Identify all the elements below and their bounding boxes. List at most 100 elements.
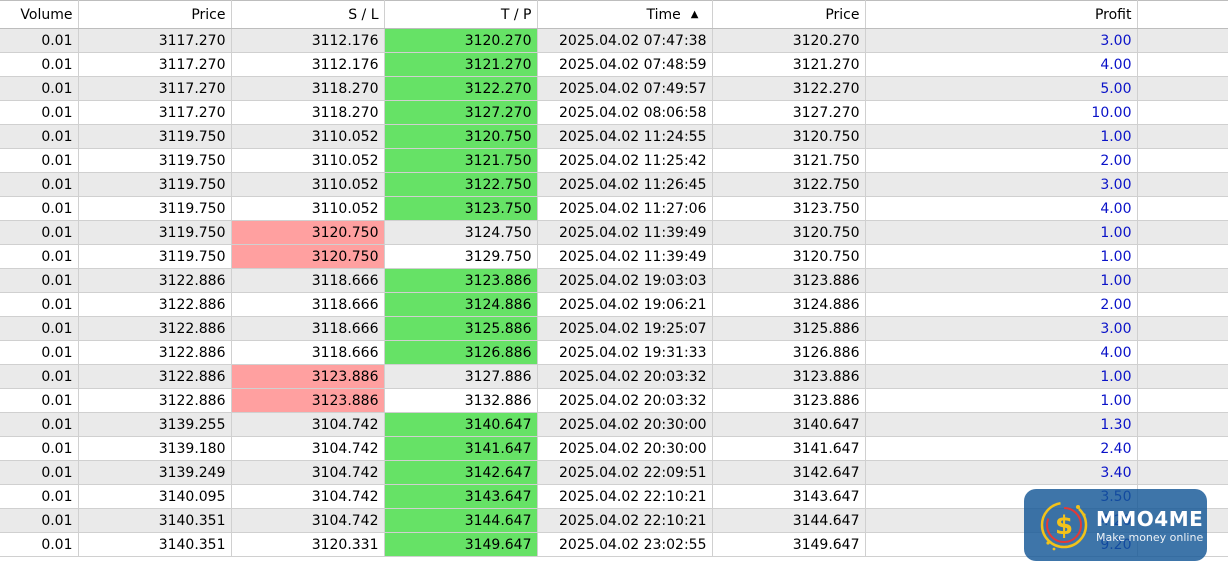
cell-tp: 3123.750 <box>384 196 538 221</box>
table-row[interactable]: 0.01 3117.270 3118.270 3127.270 2025.04.02 0… <box>0 100 1228 125</box>
cell-change: 0.0 <box>1137 148 1228 173</box>
cell-price: 3122.886 <box>78 388 232 413</box>
cell-tp: 3121.750 <box>384 148 538 173</box>
header-profit[interactable]: Profit <box>865 0 1138 29</box>
cell-profit: 1.00 <box>865 388 1138 413</box>
table-row[interactable]: 0.01 3122.886 3118.666 3124.886 2025.04.02 1… <box>0 292 1228 317</box>
trade-history-table: Volume Price S / L T / P Time ▲ Price Pro… <box>0 0 1228 557</box>
cell-price: 3122.886 <box>78 316 232 341</box>
cell-volume: 0.01 <box>0 76 79 101</box>
cell-close-price: 3123.750 <box>712 196 866 221</box>
cell-tp: 3120.270 <box>384 28 538 53</box>
watermark-tagline: Make money online <box>1096 530 1204 544</box>
table-row[interactable]: 0.01 3122.886 3118.666 3125.886 2025.04.02 1… <box>0 316 1228 341</box>
cell-sl: 3118.666 <box>231 340 385 365</box>
cell-price: 3122.886 <box>78 364 232 389</box>
cell-sl: 3112.176 <box>231 28 385 53</box>
cell-close-price: 3121.270 <box>712 52 866 77</box>
cell-close-price: 3143.647 <box>712 484 866 509</box>
header-time-label: Time <box>646 6 681 23</box>
table-row[interactable]: 0.01 3122.886 3118.666 3126.886 2025.04.02 1… <box>0 340 1228 365</box>
cell-time: 2025.04.02 22:10:21 <box>537 484 713 509</box>
cell-sl: 3118.666 <box>231 292 385 317</box>
table-row[interactable]: 0.01 3117.270 3118.270 3122.270 2025.04.02 0… <box>0 76 1228 101</box>
cell-volume: 0.01 <box>0 532 79 557</box>
cell-price: 3119.750 <box>78 244 232 269</box>
cell-price: 3122.886 <box>78 268 232 293</box>
table-row[interactable]: 0.01 3122.886 3123.886 3127.886 2025.04.02 2… <box>0 364 1228 389</box>
cell-time: 2025.04.02 20:30:00 <box>537 436 713 461</box>
table-row[interactable]: 0.01 3122.886 3118.666 3123.886 2025.04.02 1… <box>0 268 1228 293</box>
table-row[interactable]: 0.01 3119.750 3120.750 3129.750 2025.04.02 1… <box>0 244 1228 269</box>
table-row[interactable]: 0.01 3119.750 3110.052 3122.750 2025.04.02 1… <box>0 172 1228 197</box>
table-row[interactable]: 0.01 3119.750 3110.052 3121.750 2025.04.02 1… <box>0 148 1228 173</box>
header-tp[interactable]: T / P <box>384 0 538 29</box>
cell-close-price: 3122.750 <box>712 172 866 197</box>
cell-change: 0.1 <box>1137 28 1228 53</box>
cell-change: 0.0 <box>1137 124 1228 149</box>
cell-close-price: 3142.647 <box>712 460 866 485</box>
cell-price: 3117.270 <box>78 76 232 101</box>
cell-change: 0.1 <box>1137 340 1228 365</box>
cell-tp: 3120.750 <box>384 124 538 149</box>
cell-tp: 3129.750 <box>384 244 538 269</box>
cell-price: 3140.351 <box>78 508 232 533</box>
cell-volume: 0.01 <box>0 340 79 365</box>
cell-close-price: 3149.647 <box>712 532 866 557</box>
cell-time: 2025.04.02 19:31:33 <box>537 340 713 365</box>
cell-volume: 0.01 <box>0 268 79 293</box>
cell-time: 2025.04.02 22:10:21 <box>537 508 713 533</box>
cell-price: 3117.270 <box>78 52 232 77</box>
cell-tp: 3122.750 <box>384 172 538 197</box>
header-change[interactable]: Cha <box>1137 0 1228 29</box>
header-volume[interactable]: Volume <box>0 0 79 29</box>
cell-price: 3139.255 <box>78 412 232 437</box>
table-row[interactable]: 0.01 3117.270 3112.176 3121.270 2025.04.02 0… <box>0 52 1228 77</box>
cell-tp: 3140.647 <box>384 412 538 437</box>
table-row[interactable]: 0.01 3122.886 3123.886 3132.886 2025.04.02 2… <box>0 388 1228 413</box>
cell-tp: 3126.886 <box>384 340 538 365</box>
cell-price: 3119.750 <box>78 124 232 149</box>
cell-profit: 3.00 <box>865 172 1138 197</box>
table-row[interactable]: 0.01 3119.750 3110.052 3123.750 2025.04.02 1… <box>0 196 1228 221</box>
header-sl[interactable]: S / L <box>231 0 385 29</box>
table-row[interactable]: 0.01 3119.750 3120.750 3124.750 2025.04.02 1… <box>0 220 1228 245</box>
mmo4me-watermark: $ MMO4ME Make money online <box>1024 489 1207 561</box>
header-price[interactable]: Price <box>78 0 232 29</box>
cell-close-price: 3122.270 <box>712 76 866 101</box>
cell-time: 2025.04.02 11:24:55 <box>537 124 713 149</box>
cell-price: 3140.095 <box>78 484 232 509</box>
cell-volume: 0.01 <box>0 412 79 437</box>
cell-sl: 3120.331 <box>231 532 385 557</box>
cell-sl: 3120.750 <box>231 220 385 245</box>
table-header-row: Volume Price S / L T / P Time ▲ Price Pro… <box>0 0 1228 29</box>
cell-volume: 0.01 <box>0 148 79 173</box>
cell-profit: 4.00 <box>865 340 1138 365</box>
table-row[interactable]: 0.01 3139.255 3104.742 3140.647 2025.04.02 2… <box>0 412 1228 437</box>
cell-volume: 0.01 <box>0 52 79 77</box>
cell-sl: 3118.270 <box>231 100 385 125</box>
cell-profit: 4.00 <box>865 52 1138 77</box>
cell-profit: 3.00 <box>865 28 1138 53</box>
cell-volume: 0.01 <box>0 508 79 533</box>
table-row[interactable]: 0.01 3139.180 3104.742 3141.647 2025.04.02 2… <box>0 436 1228 461</box>
cell-sl: 3110.052 <box>231 172 385 197</box>
cell-tp: 3125.886 <box>384 316 538 341</box>
cell-tp: 3132.886 <box>384 388 538 413</box>
table-row[interactable]: 0.01 3117.270 3112.176 3120.270 2025.04.02 0… <box>0 28 1228 53</box>
cell-time: 2025.04.02 19:06:21 <box>537 292 713 317</box>
cell-change: 0.0 <box>1137 412 1228 437</box>
cell-close-price: 3120.270 <box>712 28 866 53</box>
cell-volume: 0.01 <box>0 292 79 317</box>
cell-profit: 2.00 <box>865 148 1138 173</box>
cell-price: 3117.270 <box>78 28 232 53</box>
header-close-price[interactable]: Price <box>712 0 866 29</box>
cell-close-price: 3121.750 <box>712 148 866 173</box>
cell-time: 2025.04.02 19:25:07 <box>537 316 713 341</box>
table-row[interactable]: 0.01 3139.249 3104.742 3142.647 2025.04.02 2… <box>0 460 1228 485</box>
table-row[interactable]: 0.01 3119.750 3110.052 3120.750 2025.04.02 1… <box>0 124 1228 149</box>
cell-profit: 3.00 <box>865 316 1138 341</box>
cell-sl: 3104.742 <box>231 484 385 509</box>
header-time[interactable]: Time ▲ <box>537 0 713 29</box>
cell-profit: 1.00 <box>865 220 1138 245</box>
